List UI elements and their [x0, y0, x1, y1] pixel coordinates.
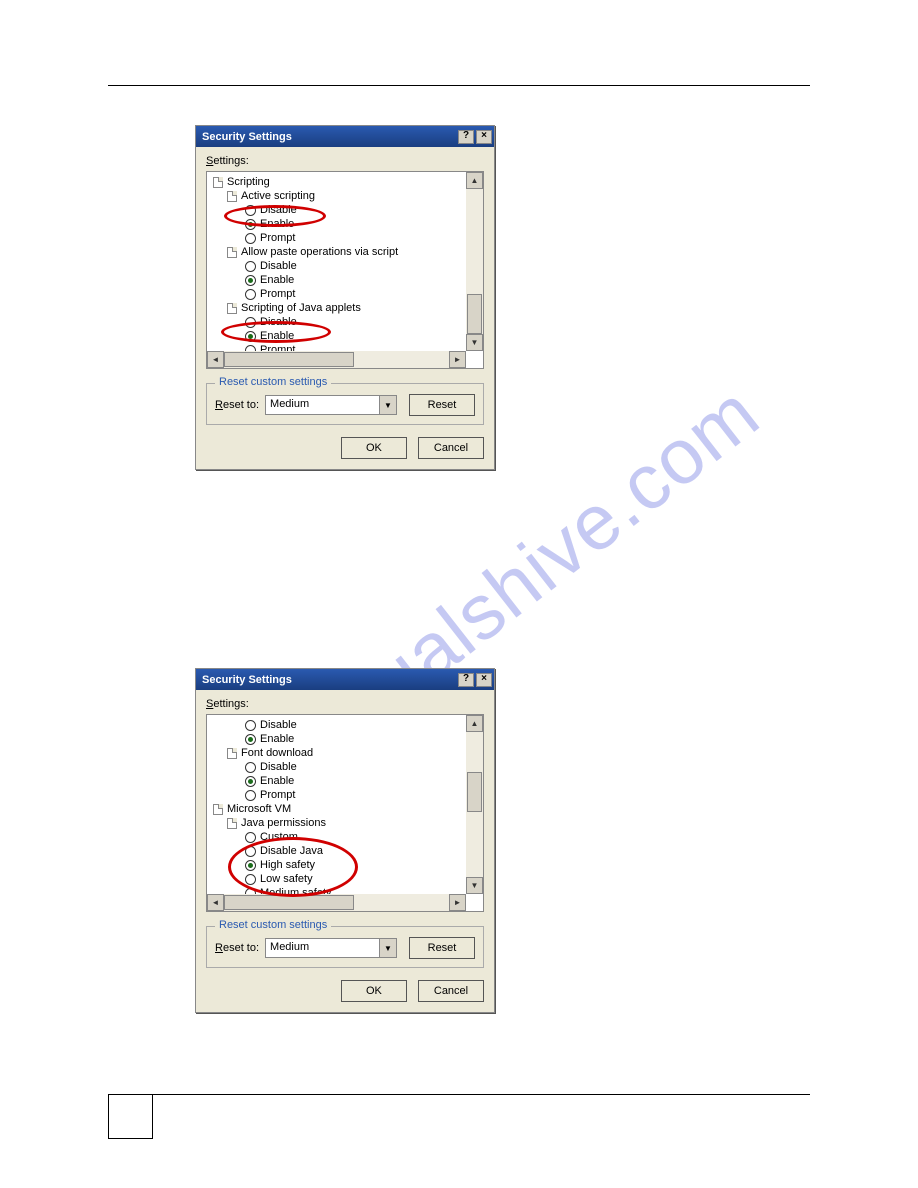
radio-prompt[interactable] — [245, 790, 256, 801]
scroll-thumb[interactable] — [467, 294, 482, 334]
settings-tree[interactable]: Scripting Active scripting Disable Enabl… — [206, 171, 484, 369]
opt-enable: Enable — [260, 217, 294, 231]
radio-disable[interactable] — [245, 205, 256, 216]
opt-prompt: Prompt — [260, 788, 295, 802]
tree-subgroup-java-permissions: Java permissions — [241, 816, 326, 830]
help-button[interactable]: ? — [458, 673, 474, 687]
radio-enable[interactable] — [245, 734, 256, 745]
doc-icon — [227, 303, 237, 314]
opt-low-safety: Low safety — [260, 872, 313, 886]
opt-disable: Disable — [260, 315, 297, 329]
reset-fieldset: Reset custom settings Reset to: Medium ▼… — [206, 383, 484, 425]
radio-enable[interactable] — [245, 776, 256, 787]
settings-label: Settings: — [206, 155, 484, 167]
doc-icon — [227, 748, 237, 759]
reset-button[interactable]: Reset — [409, 394, 475, 416]
doc-icon — [213, 804, 223, 815]
settings-tree[interactable]: Disable Enable Font download Disable Ena… — [206, 714, 484, 912]
fieldset-legend: Reset custom settings — [215, 919, 331, 931]
page-top-rule — [108, 85, 810, 86]
reset-to-label: Reset to: — [215, 399, 259, 411]
titlebar[interactable]: Security Settings ? × — [196, 669, 494, 690]
radio-low-safety[interactable] — [245, 874, 256, 885]
dialog-title: Security Settings — [202, 131, 292, 143]
radio-enable[interactable] — [245, 275, 256, 286]
scroll-right-icon[interactable]: ► — [449, 351, 466, 368]
scroll-right-icon[interactable]: ► — [449, 894, 466, 911]
vertical-scrollbar[interactable]: ▲ ▼ — [466, 172, 483, 351]
close-button[interactable]: × — [476, 673, 492, 687]
ok-button[interactable]: OK — [341, 437, 407, 459]
opt-disable-java: Disable Java — [260, 844, 323, 858]
scroll-up-icon[interactable]: ▲ — [466, 172, 483, 189]
cancel-button[interactable]: Cancel — [418, 437, 484, 459]
opt-enable: Enable — [260, 732, 294, 746]
doc-icon — [227, 818, 237, 829]
opt-disable: Disable — [260, 718, 297, 732]
ok-button[interactable]: OK — [341, 980, 407, 1002]
radio-enable[interactable] — [245, 331, 256, 342]
opt-prompt: Prompt — [260, 231, 295, 245]
vertical-scrollbar[interactable]: ▲ ▼ — [466, 715, 483, 894]
chevron-down-icon[interactable]: ▼ — [379, 939, 396, 957]
opt-enable: Enable — [260, 774, 294, 788]
combo-value: Medium — [266, 396, 379, 414]
radio-disable[interactable] — [245, 762, 256, 773]
scroll-thumb[interactable] — [224, 352, 354, 367]
reset-button[interactable]: Reset — [409, 937, 475, 959]
scroll-thumb[interactable] — [467, 772, 482, 812]
horizontal-scrollbar[interactable]: ◄ ► — [207, 351, 466, 368]
opt-enable: Enable — [260, 329, 294, 343]
reset-level-combo[interactable]: Medium ▼ — [265, 395, 397, 415]
opt-disable: Disable — [260, 760, 297, 774]
dialog-title: Security Settings — [202, 674, 292, 686]
security-settings-dialog-1: Security Settings ? × Settings: Scriptin… — [195, 125, 495, 470]
radio-disable[interactable] — [245, 317, 256, 328]
page-bottom-rule — [108, 1094, 810, 1095]
doc-icon — [227, 247, 237, 258]
tree-subgroup-active-scripting: Active scripting — [241, 189, 315, 203]
doc-icon — [213, 177, 223, 188]
radio-prompt[interactable] — [245, 289, 256, 300]
settings-label: Settings: — [206, 698, 484, 710]
horizontal-scrollbar[interactable]: ◄ ► — [207, 894, 466, 911]
scroll-thumb[interactable] — [224, 895, 354, 910]
tree-subgroup-font-download: Font download — [241, 746, 313, 760]
opt-high-safety: High safety — [260, 858, 315, 872]
opt-disable: Disable — [260, 259, 297, 273]
scroll-left-icon[interactable]: ◄ — [207, 351, 224, 368]
opt-disable: Disable — [260, 203, 297, 217]
radio-enable[interactable] — [245, 219, 256, 230]
scroll-down-icon[interactable]: ▼ — [466, 334, 483, 351]
tree-group-scripting: Scripting — [227, 175, 270, 189]
tree-subgroup-scripting-java: Scripting of Java applets — [241, 301, 361, 315]
radio-disable[interactable] — [245, 261, 256, 272]
security-settings-dialog-2: Security Settings ? × Settings: Disable … — [195, 668, 495, 1013]
radio-high-safety[interactable] — [245, 860, 256, 871]
reset-level-combo[interactable]: Medium ▼ — [265, 938, 397, 958]
close-button[interactable]: × — [476, 130, 492, 144]
titlebar[interactable]: Security Settings ? × — [196, 126, 494, 147]
radio-disable[interactable] — [245, 720, 256, 731]
doc-icon — [227, 191, 237, 202]
radio-prompt[interactable] — [245, 233, 256, 244]
scroll-down-icon[interactable]: ▼ — [466, 877, 483, 894]
fieldset-legend: Reset custom settings — [215, 376, 331, 388]
opt-enable: Enable — [260, 273, 294, 287]
scroll-up-icon[interactable]: ▲ — [466, 715, 483, 732]
radio-custom[interactable] — [245, 832, 256, 843]
chevron-down-icon[interactable]: ▼ — [379, 396, 396, 414]
scroll-left-icon[interactable]: ◄ — [207, 894, 224, 911]
combo-value: Medium — [266, 939, 379, 957]
tree-subgroup-allow-paste: Allow paste operations via script — [241, 245, 398, 259]
cancel-button[interactable]: Cancel — [418, 980, 484, 1002]
radio-disable-java[interactable] — [245, 846, 256, 857]
tree-group-ms-vm: Microsoft VM — [227, 802, 291, 816]
opt-custom: Custom — [260, 830, 298, 844]
opt-prompt: Prompt — [260, 287, 295, 301]
page-number-box — [108, 1094, 153, 1139]
help-button[interactable]: ? — [458, 130, 474, 144]
reset-fieldset: Reset custom settings Reset to: Medium ▼… — [206, 926, 484, 968]
reset-to-label: Reset to: — [215, 942, 259, 954]
